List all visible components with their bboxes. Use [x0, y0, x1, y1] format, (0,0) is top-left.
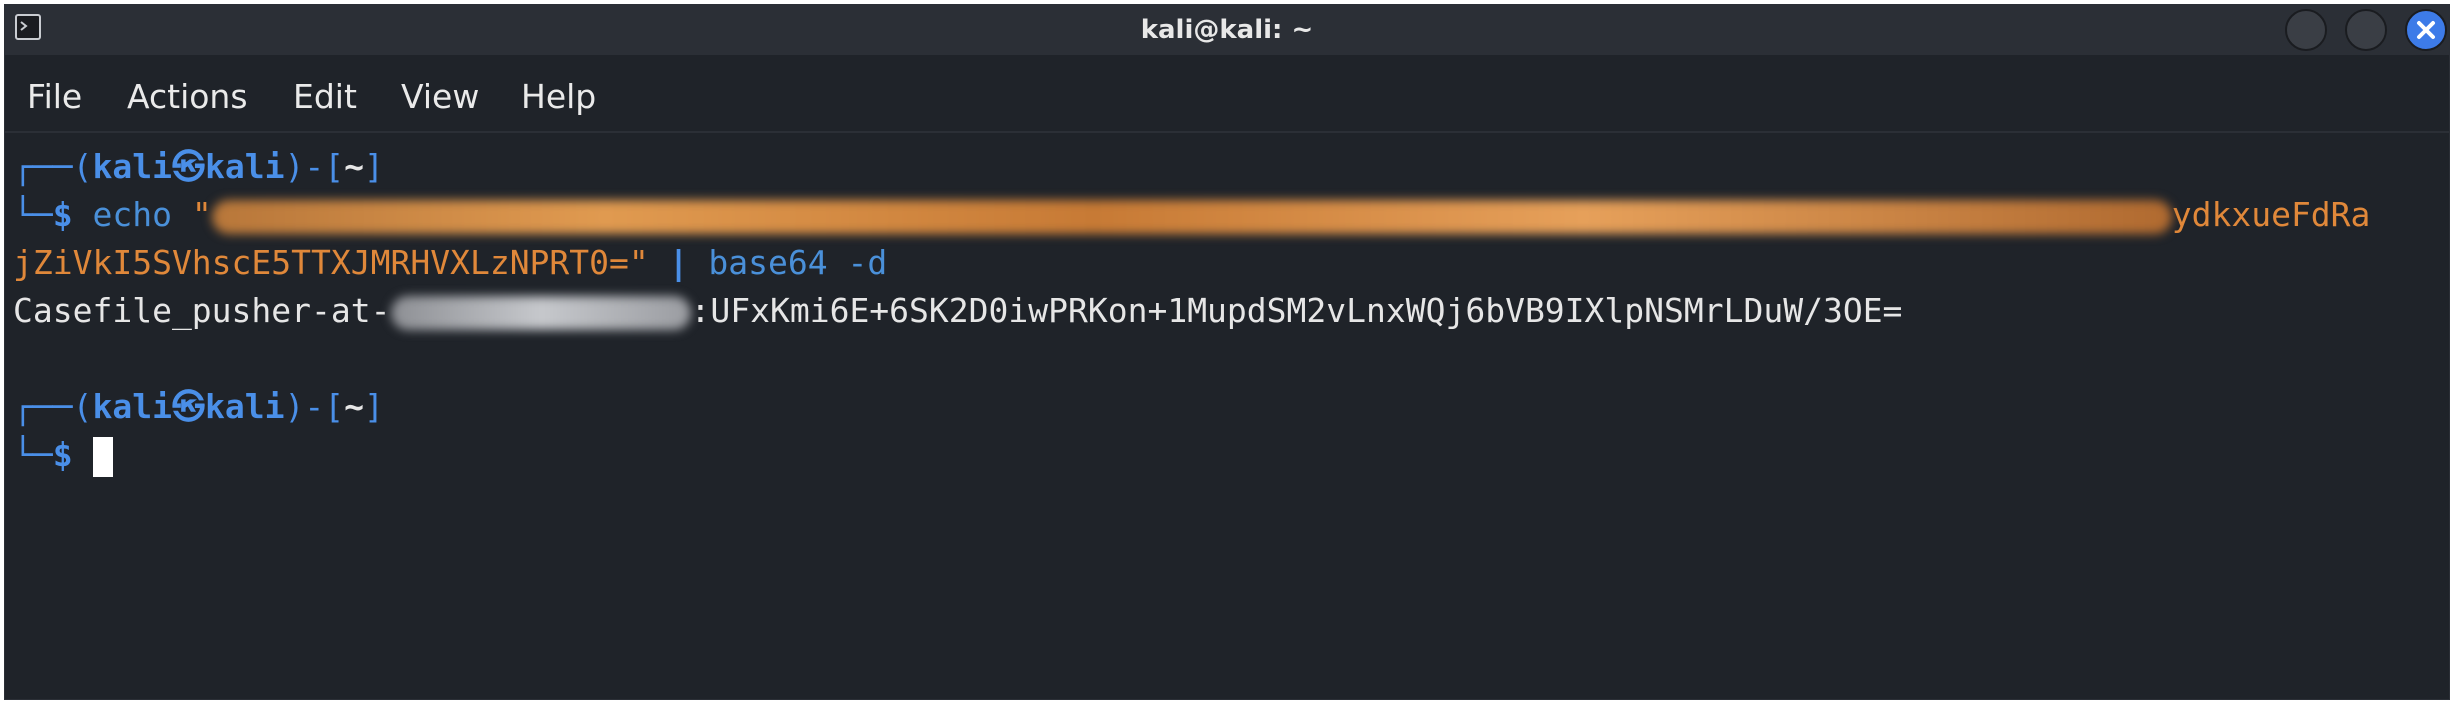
output-prefix: Casefile_pusher-at-: [13, 291, 391, 330]
decoded-output: Casefile_pusher-at- :UFxKmi6E+6SK2D0iwPRK…: [13, 287, 1902, 335]
terminal-output[interactable]: ┌──(kali㉿kali)-[~] └─$ echo " ydkxueFdRa …: [5, 133, 2449, 699]
prompt-end: ]: [363, 387, 384, 426]
prompt-end: ]: [363, 147, 384, 186]
menu-bar: File Actions Edit View Help: [5, 55, 2449, 133]
prompt-dir: ~: [344, 147, 364, 186]
prompt-at-symbol: ㉿: [171, 387, 205, 426]
close-icon: [2417, 21, 2435, 39]
prompt-open: ┌──(: [13, 387, 93, 426]
command-string-tail: ydkxueFdRa: [2171, 195, 2371, 234]
title-bar[interactable]: kali@kali: ~: [5, 5, 2449, 55]
prompt-at-symbol: ㉿: [171, 147, 205, 186]
prompt-user: kali: [92, 147, 172, 186]
menu-view[interactable]: View: [401, 77, 479, 116]
menu-help[interactable]: Help: [521, 77, 596, 116]
command-line: └─$ echo " ydkxueFdRa: [13, 191, 2370, 239]
minimize-button[interactable]: [2285, 9, 2327, 51]
prompt-host: kali: [204, 147, 285, 186]
prompt-user: kali: [92, 387, 172, 426]
menu-file[interactable]: File: [27, 77, 82, 116]
terminal-window: kali@kali: ~ File Actions Edit View Help…: [4, 4, 2450, 700]
menu-edit[interactable]: Edit: [293, 77, 357, 116]
window-title: kali@kali: ~: [1140, 15, 1314, 45]
prompt-dollar: $: [52, 195, 73, 234]
maximize-button[interactable]: [2345, 9, 2387, 51]
command-echo: echo: [92, 195, 172, 234]
prompt-close: )-[: [284, 387, 345, 426]
command-line-wrapped: jZiVkI5SVhscE5TTXJMRHVXLzNPRT0=" | base6…: [13, 239, 887, 287]
prompt-open: ┌──(: [13, 147, 93, 186]
command-flag: -d: [847, 243, 888, 282]
prompt-corner: └─: [13, 435, 53, 474]
output-secret: :UFxKmi6E+6SK2D0iwPRKon+1MupdSM2vLnxWQj6…: [690, 291, 1903, 330]
prompt-header-2: ┌──(kali㉿kali)-[~]: [13, 383, 384, 431]
redacted-string: [211, 199, 2172, 234]
command-quote: ": [191, 195, 212, 234]
command-string-end: jZiVkI5SVhscE5TTXJMRHVXLzNPRT0=": [13, 243, 649, 282]
prompt-header: ┌──(kali㉿kali)-[~]: [13, 143, 384, 191]
command-base64: base64: [708, 243, 828, 282]
prompt-corner: └─: [13, 195, 53, 234]
prompt-dollar: $: [52, 435, 73, 474]
close-button[interactable]: [2405, 9, 2447, 51]
redacted-id: [390, 295, 691, 330]
command-pipe: |: [668, 243, 689, 282]
menu-actions[interactable]: Actions: [127, 77, 248, 116]
prompt-dir: ~: [344, 387, 364, 426]
prompt-host: kali: [204, 387, 285, 426]
prompt-close: )-[: [284, 147, 345, 186]
text-cursor: [92, 436, 113, 477]
input-line[interactable]: └─$: [13, 431, 113, 479]
